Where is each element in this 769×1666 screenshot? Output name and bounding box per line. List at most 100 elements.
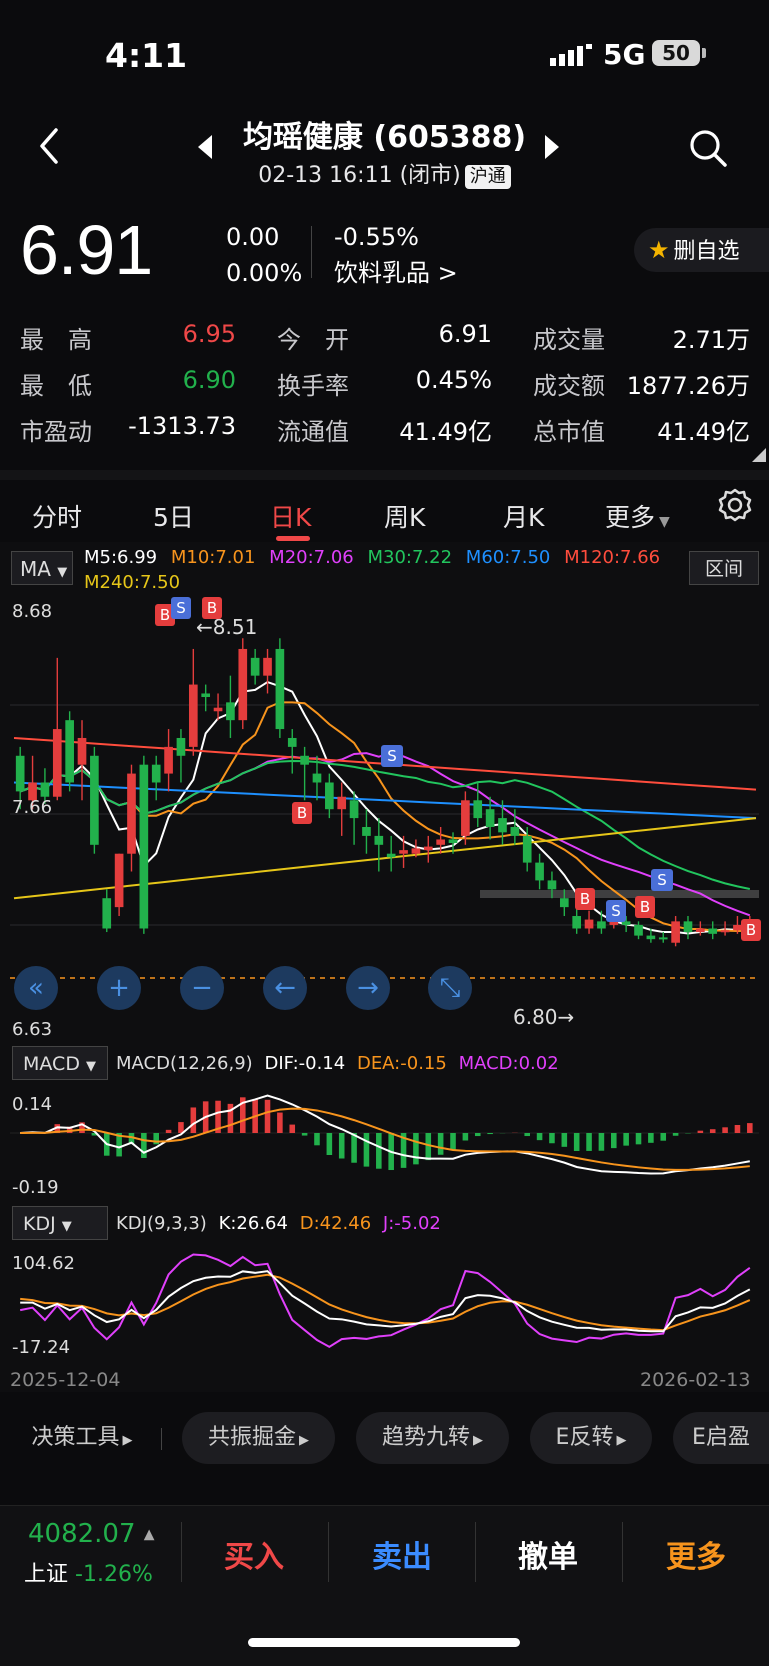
- pan-left-button[interactable]: ←: [263, 966, 307, 1010]
- candle-body: [15, 755, 25, 792]
- bottom-divider: [181, 1522, 182, 1582]
- candle-body: [337, 796, 347, 810]
- range-button[interactable]: 区间: [689, 551, 759, 585]
- decision-tools-button[interactable]: 决策工具 ▶: [12, 1412, 152, 1464]
- buy-signal-badge[interactable]: B: [575, 888, 595, 910]
- candle-body: [708, 928, 718, 934]
- candle-body: [114, 853, 124, 908]
- candle-body: [52, 729, 62, 797]
- status-time: 4:11: [105, 36, 188, 75]
- buy-signal-badge[interactable]: B: [292, 802, 312, 824]
- cancel-order-button[interactable]: 撤单: [518, 1532, 578, 1576]
- jump-start-button[interactable]: «: [14, 966, 58, 1010]
- fullscreen-button[interactable]: ⤡: [428, 966, 472, 1010]
- buy-signal-badge[interactable]: B: [635, 896, 655, 918]
- candle-body: [572, 916, 582, 929]
- candle-body: [399, 850, 408, 854]
- stat-value-market-cap: 41.49亿: [657, 418, 750, 446]
- e-reversal-button[interactable]: E反转 ▶: [530, 1412, 652, 1464]
- tab-5day[interactable]: 5日: [153, 498, 194, 534]
- tools-row: 决策工具 ▶ 共振掘金 ▶ 趋势九转 ▶ E反转 ▶ E启盈: [0, 1412, 769, 1478]
- stat-label-turnover: 换手率: [277, 372, 349, 400]
- bottom-divider: [622, 1522, 623, 1582]
- chevron-down-icon: ▼: [61, 1219, 72, 1234]
- home-indicator: [248, 1638, 520, 1647]
- tab-monthly-k[interactable]: 月K: [503, 498, 544, 534]
- signal-icon: [550, 44, 592, 66]
- buy-button[interactable]: 买入: [224, 1532, 284, 1576]
- remove-favorite-button[interactable]: ★ 删自选: [634, 228, 769, 272]
- search-icon[interactable]: [688, 128, 728, 168]
- kdj-legend: KDJ(9,3,3) K:26.64 D:42.46 J:-5.02: [116, 1213, 441, 1234]
- candle-body: [646, 935, 656, 940]
- candle-body: [584, 919, 594, 929]
- sell-signal-badge[interactable]: S: [171, 597, 191, 619]
- change-value: 0.00: [226, 223, 280, 251]
- candle-body: [77, 737, 87, 765]
- zoom-out-button[interactable]: −: [180, 966, 224, 1010]
- tab-intraday[interactable]: 分时: [32, 498, 82, 534]
- sector-percent: -0.55%: [334, 223, 419, 251]
- gear-icon[interactable]: [717, 487, 753, 523]
- ma-item-120: M120:7.66: [564, 547, 661, 568]
- trend-nine-button[interactable]: 趋势九转 ▶: [356, 1412, 509, 1464]
- candle-body: [139, 764, 149, 929]
- macd-params: MACD(12,26,9): [116, 1053, 253, 1074]
- stat-label-amount: 成交额: [533, 372, 605, 400]
- chevron-down-icon: ▼: [57, 565, 68, 580]
- kdj-chart[interactable]: [0, 1246, 769, 1358]
- kdj-axis-bottom: -17.24: [12, 1337, 71, 1358]
- expand-corner-icon[interactable]: [752, 448, 766, 462]
- tool-label: E反转: [555, 1425, 614, 1450]
- ma-selector-button[interactable]: MA ▼: [11, 551, 73, 585]
- candle-body: [535, 862, 544, 881]
- active-tab-underline: [276, 536, 310, 541]
- e-profit-button[interactable]: E启盈: [673, 1412, 769, 1464]
- kdj-selector-button[interactable]: KDJ ▼: [12, 1206, 108, 1240]
- ma-item-240: M240:7.50: [84, 572, 181, 593]
- tab-more[interactable]: 更多 ▼: [605, 498, 670, 534]
- candle-body: [325, 782, 334, 810]
- candle-body: [374, 835, 384, 845]
- kdj-d: D:42.46: [299, 1213, 372, 1234]
- tool-label: E启盈: [692, 1425, 750, 1450]
- sell-signal-badge[interactable]: S: [651, 869, 673, 891]
- candle-body: [522, 835, 532, 863]
- stat-label-open: 今 开: [277, 326, 349, 354]
- sell-signal-badge[interactable]: S: [381, 745, 403, 767]
- buy-signal-badge[interactable]: B: [202, 597, 222, 619]
- candle-body: [102, 898, 112, 929]
- candle-body: [188, 684, 198, 747]
- candle-body: [547, 880, 557, 890]
- ma-button-label: MA: [20, 557, 51, 581]
- tab-daily-k[interactable]: 日K: [270, 498, 311, 534]
- sell-signal-badge[interactable]: S: [606, 900, 626, 922]
- price-change: 0.00 0.00%: [226, 219, 302, 291]
- pan-right-button[interactable]: →: [346, 966, 390, 1010]
- sell-button[interactable]: 卖出: [372, 1532, 432, 1576]
- candle-body: [40, 782, 50, 797]
- candle-body: [485, 809, 495, 827]
- stat-label-market-cap: 总市值: [533, 418, 605, 446]
- zoom-in-button[interactable]: +: [97, 966, 141, 1010]
- candle-body: [349, 800, 359, 819]
- last-price: 6.91: [20, 211, 153, 289]
- chevron-right-icon: ▶: [299, 1433, 309, 1448]
- candle-body: [559, 898, 569, 908]
- next-stock-icon[interactable]: [545, 135, 559, 159]
- sector-info[interactable]: -0.55% 饮料乳品 >: [334, 219, 458, 291]
- more-actions-button[interactable]: 更多: [666, 1532, 726, 1576]
- index-name-text: 上证: [24, 1562, 69, 1587]
- divider: [311, 226, 312, 278]
- index-value[interactable]: 4082.07 ▲: [28, 1519, 155, 1549]
- macd-selector-button[interactable]: MACD ▼: [12, 1046, 108, 1080]
- stat-label-pe: 市盈动: [20, 418, 92, 446]
- bottom-divider: [475, 1522, 476, 1582]
- stat-label-volume: 成交量: [533, 326, 605, 354]
- kdj-button-label: KDJ: [23, 1213, 56, 1235]
- tab-weekly-k[interactable]: 周K: [384, 498, 425, 534]
- macd-chart[interactable]: [0, 1088, 769, 1198]
- buy-signal-badge[interactable]: B: [741, 919, 761, 941]
- candle-body: [671, 921, 680, 943]
- resonance-button[interactable]: 共振掘金 ▶: [182, 1412, 335, 1464]
